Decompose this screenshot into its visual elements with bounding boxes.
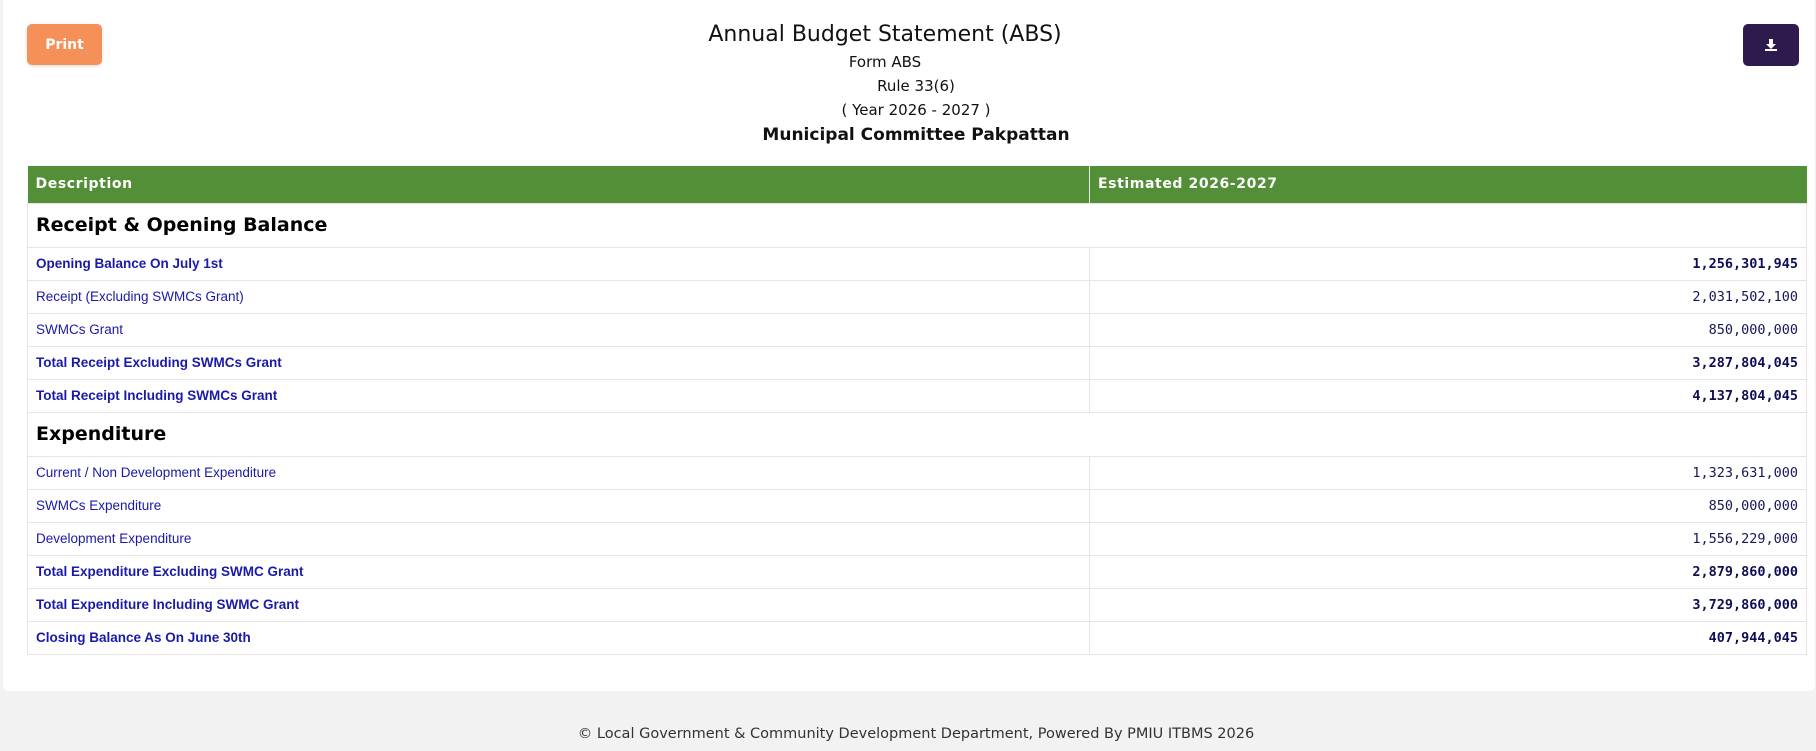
- page-title: Annual Budget Statement (ABS): [708, 22, 1062, 47]
- row-label: Current / Non Development Expenditure: [27, 455, 1090, 490]
- column-description: Description: [27, 166, 1090, 203]
- section-receipt: Receipt & Opening Balance: [27, 202, 1807, 248]
- row-value: 2,031,502,100: [1089, 279, 1807, 314]
- download-icon: [1765, 39, 1777, 51]
- row-value: 850,000,000: [1089, 488, 1807, 523]
- section-expenditure: Expenditure: [27, 411, 1807, 457]
- row-label: Total Receipt Excluding SWMCs Grant: [27, 345, 1090, 380]
- budget-table: Description Estimated 2026-2027 Receipt …: [27, 166, 1807, 655]
- table-row: Current / Non Development Expenditure 1,…: [27, 455, 1807, 490]
- table-row: Receipt (Excluding SWMCs Grant) 2,031,50…: [27, 279, 1807, 314]
- table-row: Total Expenditure Including SWMC Grant 3…: [27, 587, 1807, 622]
- table-row: SWMCs Grant 850,000,000: [27, 312, 1807, 347]
- row-value: 1,256,301,945: [1089, 246, 1807, 281]
- table-row: Total Receipt Including SWMCs Grant 4,13…: [27, 378, 1807, 413]
- row-value: 2,879,860,000: [1089, 554, 1807, 589]
- row-label: Total Receipt Including SWMCs Grant: [27, 378, 1090, 413]
- organization-name: Municipal Committee Pakpattan: [762, 125, 1070, 145]
- row-label: Closing Balance As On June 30th: [27, 620, 1090, 655]
- section-title: Receipt & Opening Balance: [27, 202, 1807, 248]
- row-value: 1,556,229,000: [1089, 521, 1807, 556]
- table-row: Opening Balance On July 1st 1,256,301,94…: [27, 246, 1807, 281]
- row-label: Development Expenditure: [27, 521, 1090, 556]
- table-row: Closing Balance As On June 30th 407,944,…: [27, 620, 1807, 655]
- table-row: Development Expenditure 1,556,229,000: [27, 521, 1807, 556]
- row-label: Receipt (Excluding SWMCs Grant): [27, 279, 1090, 314]
- row-value: 407,944,045: [1089, 620, 1807, 655]
- row-value: 850,000,000: [1089, 312, 1807, 347]
- form-label: Form ABS: [848, 53, 922, 71]
- footer-text: © Local Government & Community Developme…: [577, 726, 1255, 742]
- table-row: Total Receipt Excluding SWMCs Grant 3,28…: [27, 345, 1807, 380]
- year-label: ( Year 2026 - 2027 ): [841, 101, 991, 119]
- row-value: 1,323,631,000: [1089, 455, 1807, 490]
- row-label: SWMCs Expenditure: [27, 488, 1090, 523]
- table-row: SWMCs Expenditure 850,000,000: [27, 488, 1807, 523]
- row-label: Opening Balance On July 1st: [27, 246, 1090, 281]
- row-label: SWMCs Grant: [27, 312, 1090, 347]
- column-estimated: Estimated 2026-2027: [1089, 166, 1807, 203]
- row-value: 4,137,804,045: [1089, 378, 1807, 413]
- table-header-row: Description Estimated 2026-2027: [27, 166, 1807, 203]
- download-button[interactable]: [1743, 24, 1799, 66]
- row-label: Total Expenditure Including SWMC Grant: [27, 587, 1090, 622]
- section-title: Expenditure: [27, 411, 1807, 457]
- row-label: Total Expenditure Excluding SWMC Grant: [27, 554, 1090, 589]
- rule-label: Rule 33(6): [877, 77, 955, 95]
- row-value: 3,729,860,000: [1089, 587, 1807, 622]
- print-button[interactable]: Print: [27, 24, 102, 65]
- row-value: 3,287,804,045: [1089, 345, 1807, 380]
- table-row: Total Expenditure Excluding SWMC Grant 2…: [27, 554, 1807, 589]
